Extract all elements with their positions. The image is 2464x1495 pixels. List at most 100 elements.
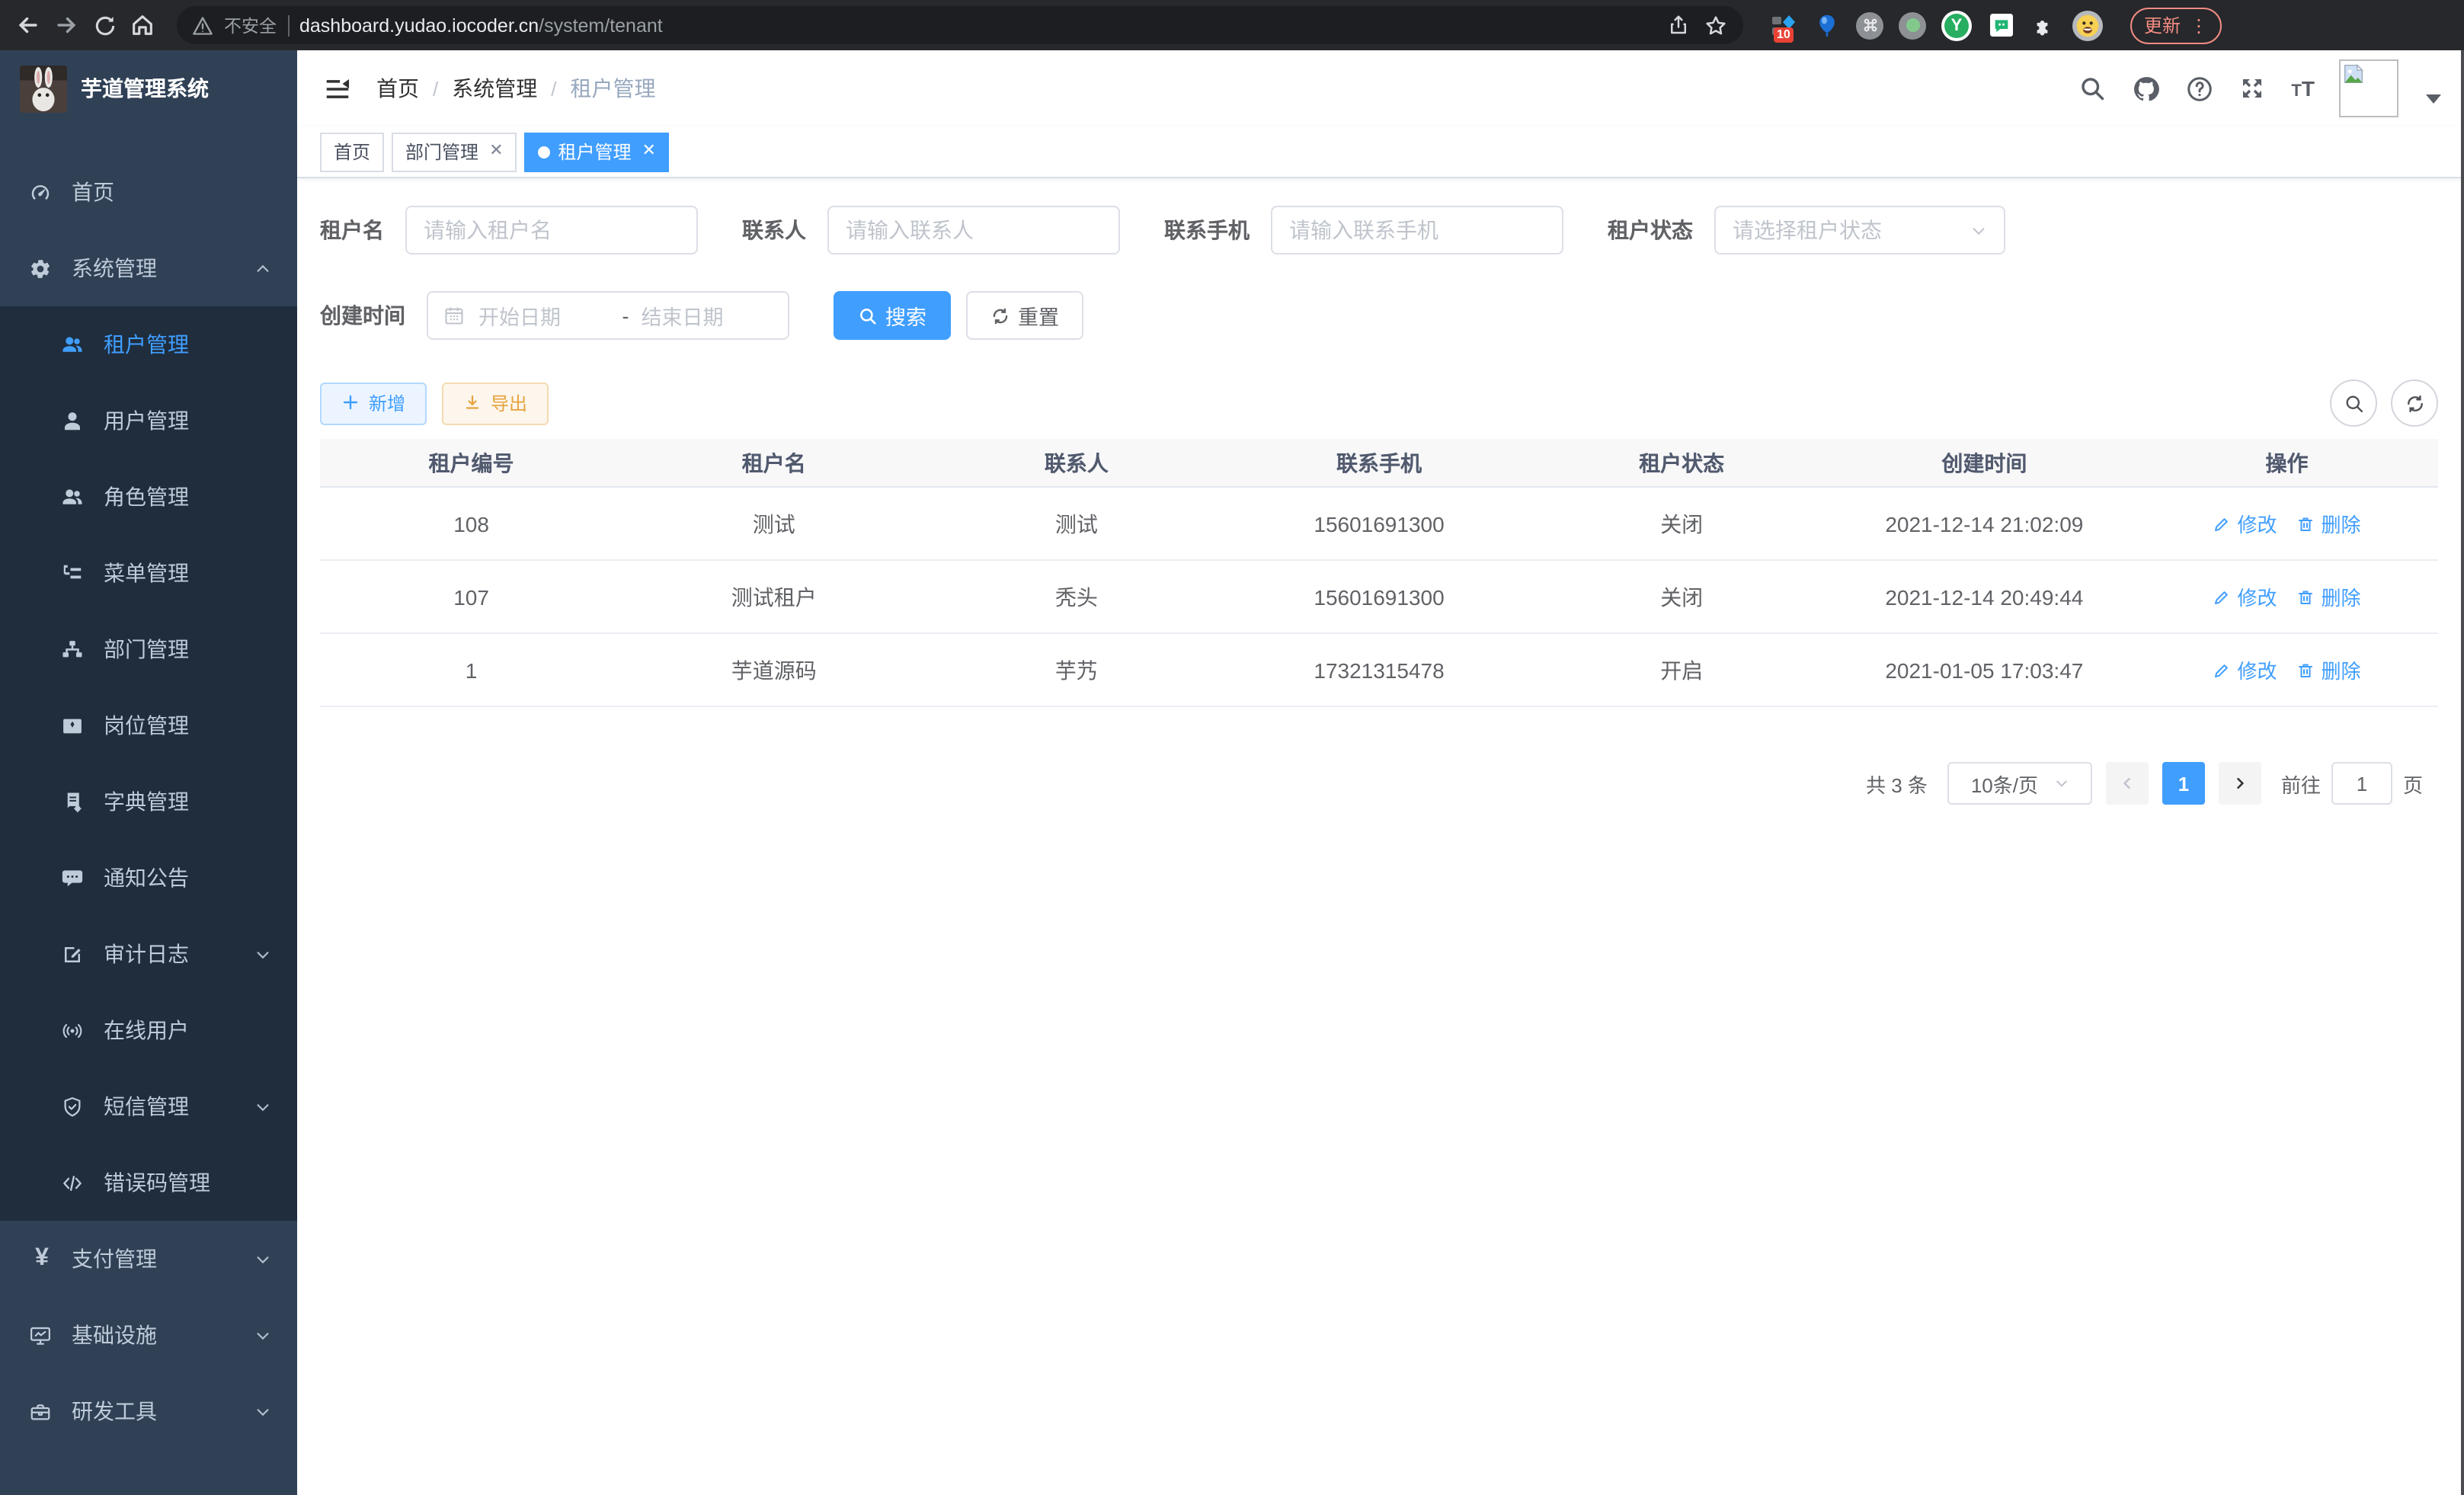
sidebar-item-label: 在线用户 (104, 1015, 189, 1045)
goto-label: 前往 (2281, 769, 2321, 798)
app-title: 芋道管理系统 (81, 73, 209, 104)
sidebar-item-role[interactable]: 角色管理 (0, 459, 297, 535)
github-icon[interactable] (2131, 74, 2160, 103)
sidebar-item-dev-tools[interactable]: 研发工具 (0, 1373, 297, 1449)
search-button[interactable]: 搜索 (834, 291, 951, 340)
trash-icon (2297, 587, 2315, 606)
edit-button[interactable]: 修改 (2213, 582, 2277, 611)
sidebar-item-audit-log[interactable]: 审计日志 (0, 916, 297, 992)
not-secure-warning-icon (192, 14, 213, 36)
tab-home[interactable]: 首页 (320, 132, 384, 171)
browser-home-icon[interactable] (130, 12, 155, 38)
share-icon[interactable] (1666, 12, 1691, 38)
delete-button[interactable]: 删除 (2297, 655, 2361, 684)
pagination: 共 3 条 10条/页 1 前往 页 (320, 762, 2438, 805)
sidebar-item-tenant[interactable]: 租户管理 (0, 306, 297, 383)
browser-back-icon[interactable] (15, 12, 41, 38)
cell-contact: 测试 (925, 508, 1227, 539)
prev-page-button[interactable] (2106, 762, 2149, 805)
sidebar-item-home[interactable]: 首页 (0, 154, 297, 230)
date-range-picker[interactable]: 开始日期 - 结束日期 (427, 291, 789, 340)
sidebar-item-system[interactable]: 系统管理 (0, 230, 297, 306)
sidebar-item-label: 用户管理 (104, 405, 189, 436)
breadcrumb-home[interactable]: 首页 (376, 73, 419, 104)
cell-tenant-name: 芋道源码 (622, 655, 925, 685)
mobile-input[interactable] (1271, 206, 1563, 255)
tab-dept[interactable]: 部门管理 ✕ (392, 132, 517, 171)
search-icon (2343, 392, 2364, 414)
reset-button[interactable]: 重置 (966, 291, 1083, 340)
extension-y-icon[interactable]: Y (1941, 10, 1972, 40)
toggle-search-button[interactable] (2330, 379, 2377, 427)
browser-update-button[interactable]: 更新 ⋮ (2130, 7, 2222, 43)
browser-menu-icon[interactable]: ⋮ (2190, 18, 2208, 33)
dashboard-icon (29, 181, 52, 203)
extension-diamond-icon[interactable]: 10 (1771, 11, 1798, 39)
edit-button[interactable]: 修改 (2213, 655, 2277, 684)
message-bubble-icon (61, 866, 84, 889)
goto-page-input[interactable] (2331, 762, 2392, 805)
page-size-select[interactable]: 10条/页 (1947, 762, 2092, 805)
sidebar-item-user[interactable]: 用户管理 (0, 383, 297, 459)
tab-tenant[interactable]: 租户管理 ✕ (525, 132, 670, 171)
sidebar-menu: 首页 系统管理 租户管理 (0, 154, 297, 1449)
browser-forward-icon[interactable] (53, 12, 79, 38)
add-button[interactable]: 新增 (320, 382, 427, 424)
extension-dot-icon[interactable] (1899, 11, 1926, 39)
delete-button[interactable]: 删除 (2297, 582, 2361, 611)
sidebar-item-online-users[interactable]: 在线用户 (0, 992, 297, 1068)
browser-reload-icon[interactable] (91, 12, 117, 38)
address-bar[interactable]: 不安全 dashboard.yudao.iocoder.cn/system/te… (177, 6, 1743, 44)
sidebar-item-notice[interactable]: 通知公告 (0, 840, 297, 916)
extension-command-icon[interactable] (1856, 11, 1883, 39)
close-icon[interactable]: ✕ (642, 143, 656, 160)
user-avatar[interactable] (2339, 59, 2398, 117)
contact-label: 联系人 (742, 215, 806, 245)
sidebar-item-dept[interactable]: 部门管理 (0, 611, 297, 687)
extensions-puzzle-icon[interactable] (2030, 11, 2057, 39)
sidebar-item-label: 菜单管理 (104, 558, 189, 588)
sidebar-item-menu[interactable]: 菜单管理 (0, 535, 297, 611)
calendar-icon (443, 305, 465, 326)
sidebar-item-label: 首页 (72, 177, 114, 207)
next-page-button[interactable] (2219, 762, 2261, 805)
delete-button[interactable]: 删除 (2297, 509, 2361, 538)
bookmark-star-icon[interactable] (1702, 12, 1728, 38)
help-icon[interactable] (2184, 74, 2213, 103)
breadcrumb-section[interactable]: 系统管理 (452, 73, 537, 104)
sidebar-item-post[interactable]: 岗位管理 (0, 687, 297, 764)
extension-chat-icon[interactable] (1987, 11, 2014, 39)
contact-input[interactable] (827, 206, 1120, 255)
profile-avatar-icon[interactable] (2072, 10, 2103, 40)
export-button[interactable]: 导出 (442, 382, 549, 424)
edit-button[interactable]: 修改 (2213, 509, 2277, 538)
sidebar-item-dict[interactable]: 字典管理 (0, 764, 297, 840)
page-number-button[interactable]: 1 (2162, 762, 2205, 805)
chevron-down-icon (1970, 222, 1987, 238)
header-search-icon[interactable] (2078, 74, 2107, 103)
table-row: 108 测试 测试 15601691300 关闭 2021-12-14 21:0… (320, 488, 2438, 561)
page-suffix: 页 (2403, 769, 2423, 798)
font-size-icon[interactable]: TT (2291, 76, 2315, 101)
column-header: 联系手机 (1227, 447, 1530, 478)
extension-balloon-icon[interactable] (1813, 11, 1841, 39)
cell-tenant-id: 108 (320, 511, 622, 536)
app-logo-row[interactable]: 芋道管理系统 (0, 50, 297, 126)
tenant-name-input[interactable] (405, 206, 698, 255)
sidebar-toggle-icon[interactable] (323, 74, 352, 103)
sidebar-item-infrastructure[interactable]: 基础设施 (0, 1297, 297, 1373)
cell-created: 2021-12-14 20:49:44 (1833, 584, 2136, 609)
sidebar-item-payment[interactable]: ¥ 支付管理 (0, 1221, 297, 1297)
refresh-table-button[interactable] (2391, 379, 2438, 427)
status-select[interactable]: 请选择租户状态 (1714, 206, 2005, 255)
sidebar-item-error-code[interactable]: 错误码管理 (0, 1144, 297, 1221)
dictionary-icon (61, 790, 84, 813)
sidebar-item-label: 租户管理 (104, 329, 189, 360)
tree-list-icon (61, 562, 84, 584)
close-icon[interactable]: ✕ (489, 143, 503, 160)
navbar: 首页 / 系统管理 / 租户管理 TT (297, 50, 2464, 126)
fullscreen-icon[interactable] (2238, 74, 2267, 103)
avatar-dropdown-icon[interactable] (2426, 94, 2441, 104)
sidebar-item-label: 研发工具 (72, 1396, 157, 1426)
sidebar-item-sms[interactable]: 短信管理 (0, 1068, 297, 1144)
